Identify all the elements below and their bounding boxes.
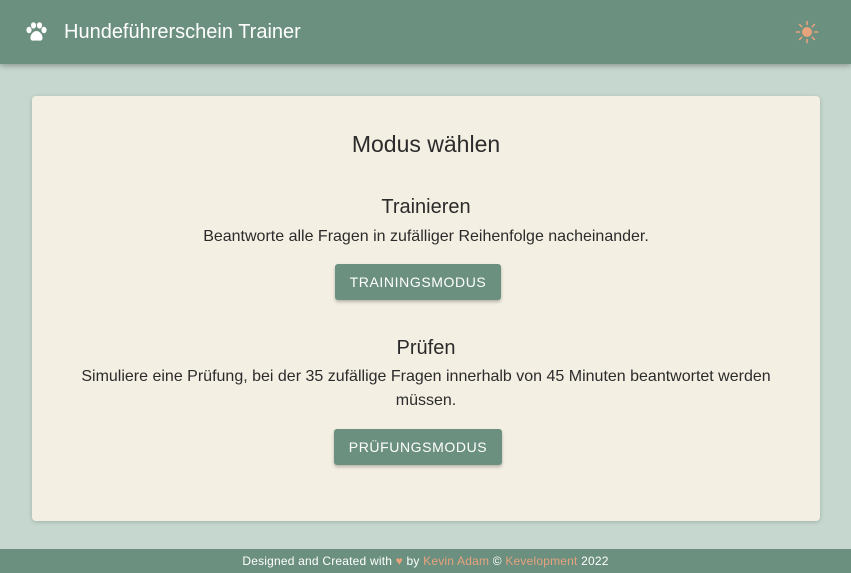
footer-by: by xyxy=(406,554,420,568)
footer-prefix: Designed and Created with xyxy=(242,554,393,568)
exam-mode-button[interactable]: PRÜFUNGSMODUS xyxy=(334,429,502,465)
theme-toggle-button[interactable] xyxy=(794,19,820,45)
footer-year: 2022 xyxy=(581,554,609,568)
paw-icon xyxy=(26,22,47,41)
footer: Designed and Created with ♥ by Kevin Ada… xyxy=(0,549,851,573)
heart-icon: ♥ xyxy=(395,554,403,568)
training-description: Beantworte alle Fragen in zufälliger Rei… xyxy=(203,228,649,245)
app-bar: Hundeführerschein Trainer xyxy=(0,0,851,64)
company-link[interactable]: Kevelopment xyxy=(505,554,577,568)
mode-select-card: Modus wählen Trainieren Beantworte alle … xyxy=(32,96,820,521)
app-title: Hundeführerschein Trainer xyxy=(64,21,301,43)
exam-description: Simuliere eine Prüfung, bei der 35 zufäl… xyxy=(81,368,771,409)
card-title: Modus wählen xyxy=(351,131,501,157)
author-link[interactable]: Kevin Adam xyxy=(423,554,489,568)
copyright-symbol: © xyxy=(492,554,502,568)
training-mode-button[interactable]: TRAININGSMODUS xyxy=(335,264,501,300)
exam-section-title: Prüfen xyxy=(396,337,456,359)
training-section-title: Trainieren xyxy=(381,196,471,218)
sun-icon xyxy=(795,20,819,44)
